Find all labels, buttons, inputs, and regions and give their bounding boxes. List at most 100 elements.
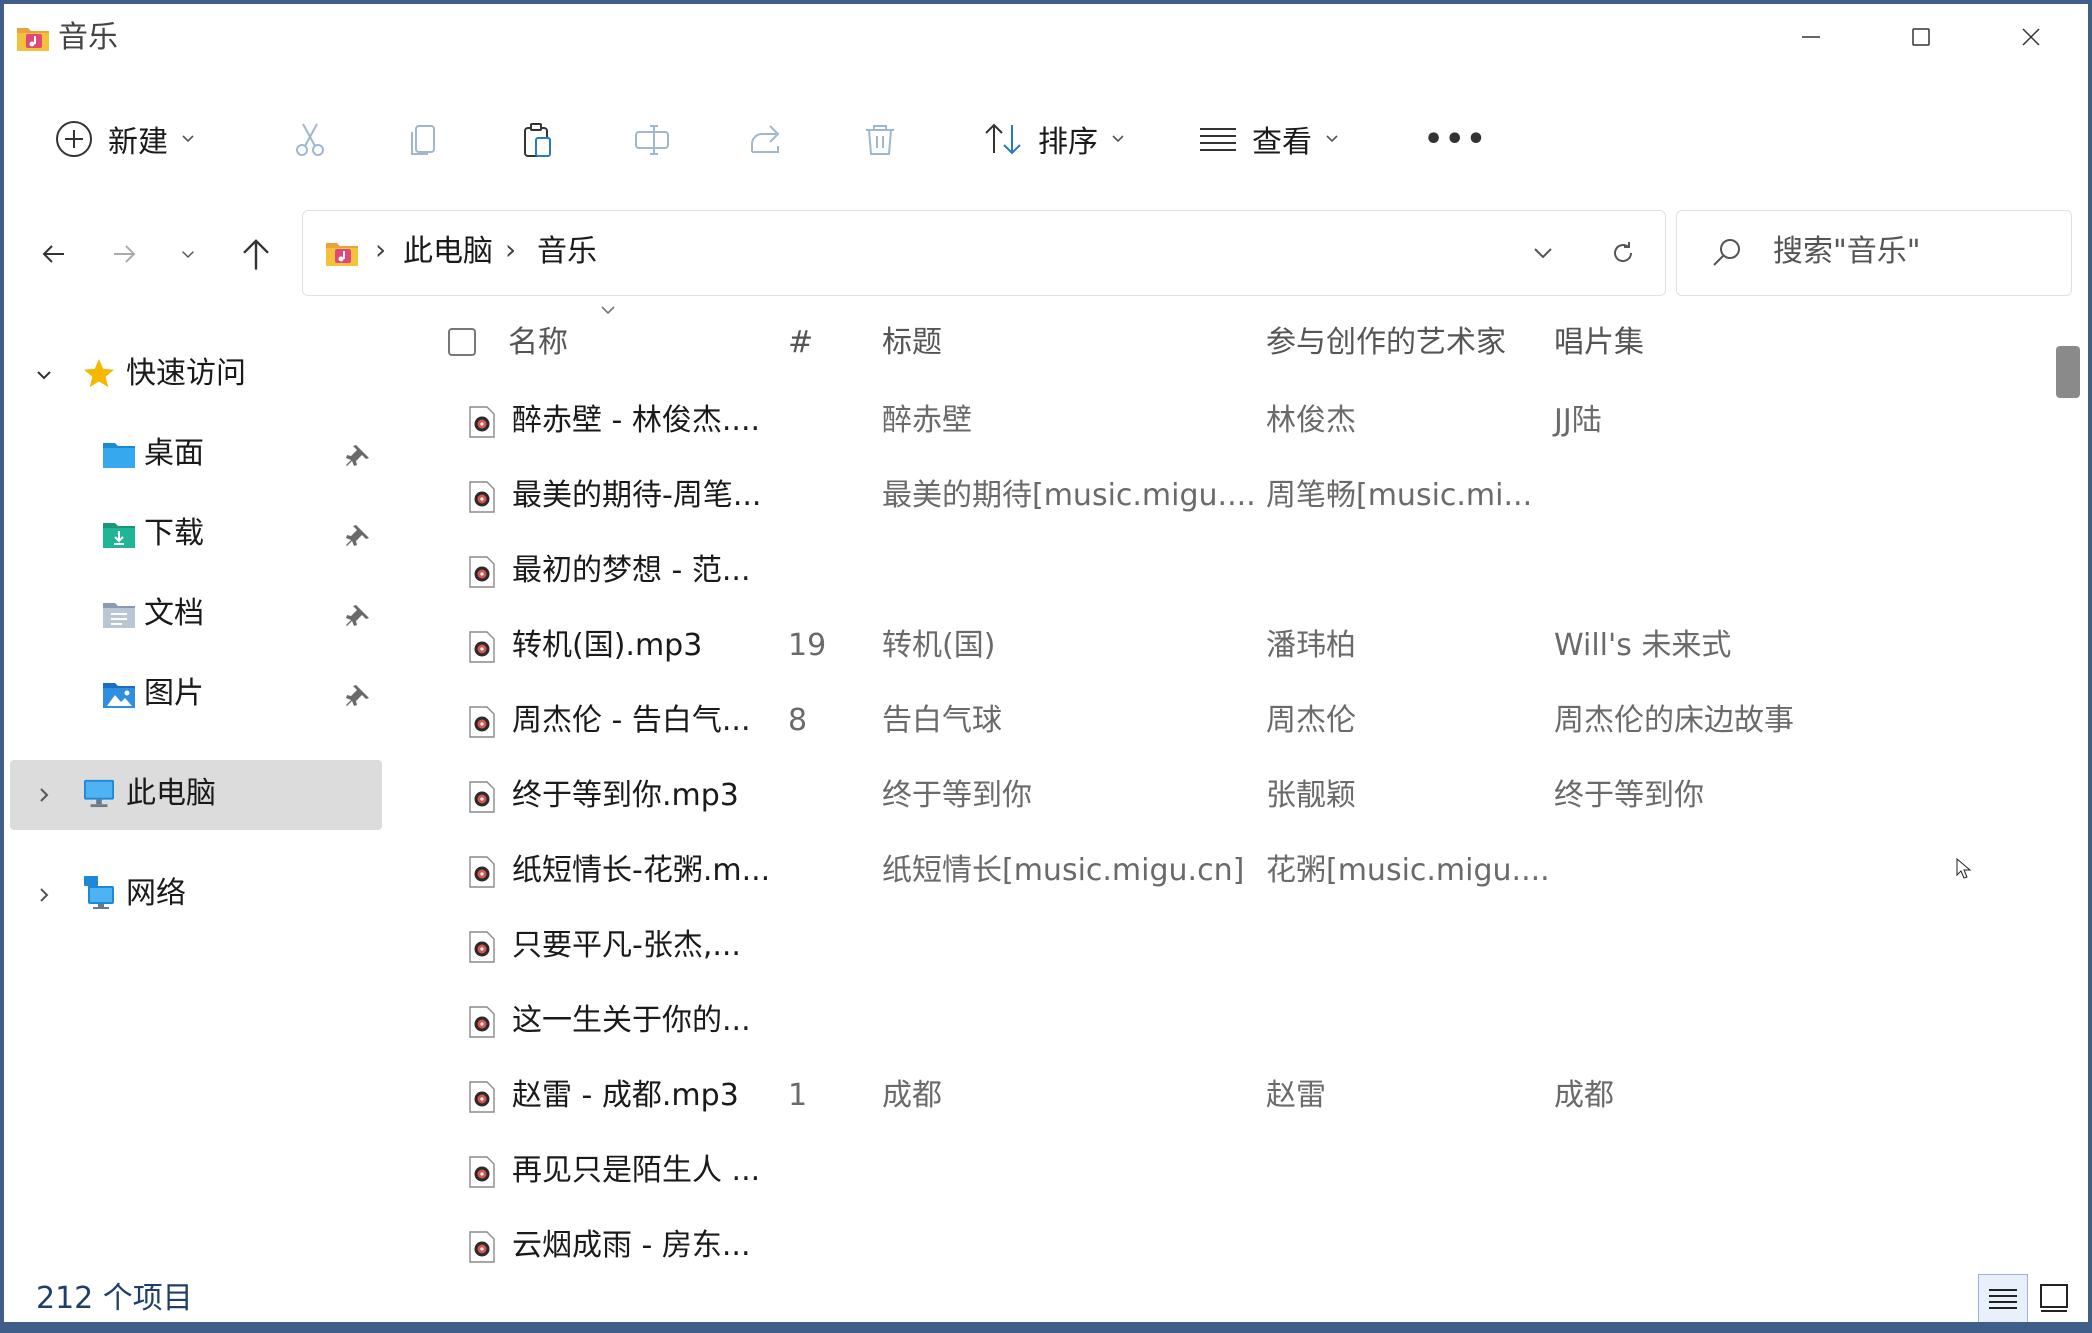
sidebar-item-label: 文档 [144,596,204,631]
delete-button[interactable] [850,110,910,170]
scrollbar-thumb[interactable] [2056,346,2080,398]
file-row[interactable]: 转机(国).mp3 19 转机(国) 潘玮柏 Will's 未来式 [444,609,2044,684]
audio-file-icon [469,856,495,888]
pin-icon[interactable] [346,682,372,708]
forward-button[interactable] [96,226,152,282]
vertical-scrollbar[interactable] [2054,304,2082,1264]
music-folder-icon [326,243,358,266]
sidebar-item-documents[interactable]: 文档 [10,580,382,650]
file-row[interactable]: 纸短情长-花粥.m... 纸短情长[music.migu.cn] 花粥[music.… [444,834,2044,909]
large-icons-view-button[interactable] [2030,1274,2078,1322]
sidebar-item-desktop[interactable]: 桌面 [10,420,382,490]
track-artist: 花粥[music.migu.... [1266,853,1550,888]
recent-locations-button[interactable] [160,226,216,282]
file-row[interactable]: 赵雷 - 成都.mp3 1 成都 赵雷 成都 [444,1059,2044,1134]
sort-button[interactable]: 排序 [982,94,1126,184]
column-header-artist[interactable]: 参与创作的艺术家 [1266,322,1506,364]
sidebar-item-quick-access[interactable]: 快速访问 [10,340,382,410]
scissors-icon [296,123,324,156]
column-header-name[interactable]: 名称 [508,322,568,364]
details-view-icon [1989,1289,2017,1309]
track-artist: 林俊杰 [1266,403,1356,438]
close-button[interactable] [1976,4,2086,70]
back-button[interactable] [26,226,82,282]
audio-file-icon [469,706,495,738]
paste-button[interactable] [508,110,568,170]
file-name: 云烟成雨 - 房东... [512,1228,751,1263]
rename-button[interactable] [622,110,682,170]
file-name: 最初的梦想 - 范... [512,553,751,588]
file-name: 这一生关于你的... [512,1003,751,1038]
arrow-left-icon [42,245,64,263]
cut-button[interactable] [280,110,340,170]
address-history-button[interactable] [1519,229,1567,277]
track-album: 终于等到你 [1554,778,1704,813]
sidebar-item-pictures[interactable]: 图片 [10,660,382,730]
track-artist: 周笔畅[music.mi... [1266,478,1533,513]
breadcrumb-music[interactable]: 音乐 [537,231,597,273]
select-all-checkbox[interactable] [448,328,476,356]
up-button[interactable] [228,226,284,282]
sidebar-item-this-pc[interactable]: 此电脑 [10,760,382,830]
track-album: 周杰伦的床边故事 [1554,703,1794,738]
maximize-icon [1912,28,1930,46]
pin-icon[interactable] [346,442,372,468]
file-name: 纸短情长-花粥.m... [512,853,771,888]
sidebar-item-label: 快速访问 [126,356,246,391]
search-box[interactable]: 搜索"音乐" [1676,210,2072,296]
file-row[interactable]: 只要平凡-张杰,... [444,909,2044,984]
address-bar[interactable]: › 此电脑 › 音乐 [302,210,1666,296]
audio-file-icon [469,556,495,588]
chevron-down-icon [182,135,194,143]
title-bar: 音乐 [4,4,2088,70]
star-icon [84,358,114,388]
sidebar-item-downloads[interactable]: 下载 [10,500,382,570]
audio-file-icon [469,406,495,438]
navigation-pane: 快速访问 桌面 下载 文档 图片 此电脑 网络 [4,304,384,1264]
file-row[interactable]: 最初的梦想 - 范... [444,534,2044,609]
command-bar: 新建 排序 查看 ••• [4,94,2088,184]
file-row[interactable]: 醉赤壁 - 林俊杰.... 醉赤壁 林俊杰 JJ陆 [444,384,2044,459]
track-album: Will's 未来式 [1554,628,1732,663]
minimize-button[interactable] [1756,4,1866,70]
details-view-button[interactable] [1978,1274,2028,1322]
share-icon [751,125,780,153]
track-title: 成都 [882,1078,942,1113]
file-row[interactable]: 再见只是陌生人 ... [444,1134,2044,1209]
more-options-button[interactable]: ••• [1424,94,1488,184]
breadcrumb-this-pc[interactable]: 此电脑 [403,231,493,273]
breadcrumb-separator[interactable]: › [505,233,516,266]
track-title: 纸短情长[music.migu.cn] [882,853,1245,888]
column-header-title[interactable]: 标题 [882,322,942,364]
new-button[interactable]: 新建 [54,94,196,184]
chevron-down-icon [1534,248,1552,259]
sidebar-item-network[interactable]: 网络 [10,860,382,930]
track-title: 最美的期待[music.migu.... [882,478,1256,513]
track-number: 8 [788,703,808,738]
pin-icon[interactable] [346,602,372,628]
breadcrumb-separator[interactable]: › [375,233,386,266]
clipboard-icon [524,123,551,157]
file-row[interactable]: 这一生关于你的... [444,984,2044,1059]
audio-file-icon [469,631,495,663]
view-button[interactable]: 查看 [1198,94,1340,184]
pin-icon[interactable] [346,522,372,548]
maximize-button[interactable] [1866,4,1976,70]
track-number: 19 [788,628,827,663]
arrow-right-icon [114,245,136,263]
sidebar-item-label: 图片 [144,676,204,711]
file-explorer-window: 音乐 新建 排序 查看 ••• › 此电脑 › 音乐 搜索"音乐" 快速访问 桌… [4,4,2088,1322]
share-button[interactable] [736,110,796,170]
file-row[interactable]: 周杰伦 - 告白气... 8 告白气球 周杰伦 周杰伦的床边故事 [444,684,2044,759]
search-input[interactable]: 搜索"音乐" [1773,231,1921,273]
copy-button[interactable] [394,110,454,170]
window-title: 音乐 [58,20,118,55]
file-row[interactable]: 最美的期待-周笔... 最美的期待[music.migu.... 周笔畅[music… [444,459,2044,534]
file-row[interactable]: 终于等到你.mp3 终于等到你 张靓颖 终于等到你 [444,759,2044,834]
chevron-right-icon [40,888,49,902]
refresh-button[interactable] [1599,229,1647,277]
tiles-view-icon [2040,1284,2068,1312]
column-header-number[interactable]: # [788,322,813,364]
file-row[interactable]: 云烟成雨 - 房东... [444,1209,2044,1284]
column-header-album[interactable]: 唱片集 [1554,322,1644,364]
